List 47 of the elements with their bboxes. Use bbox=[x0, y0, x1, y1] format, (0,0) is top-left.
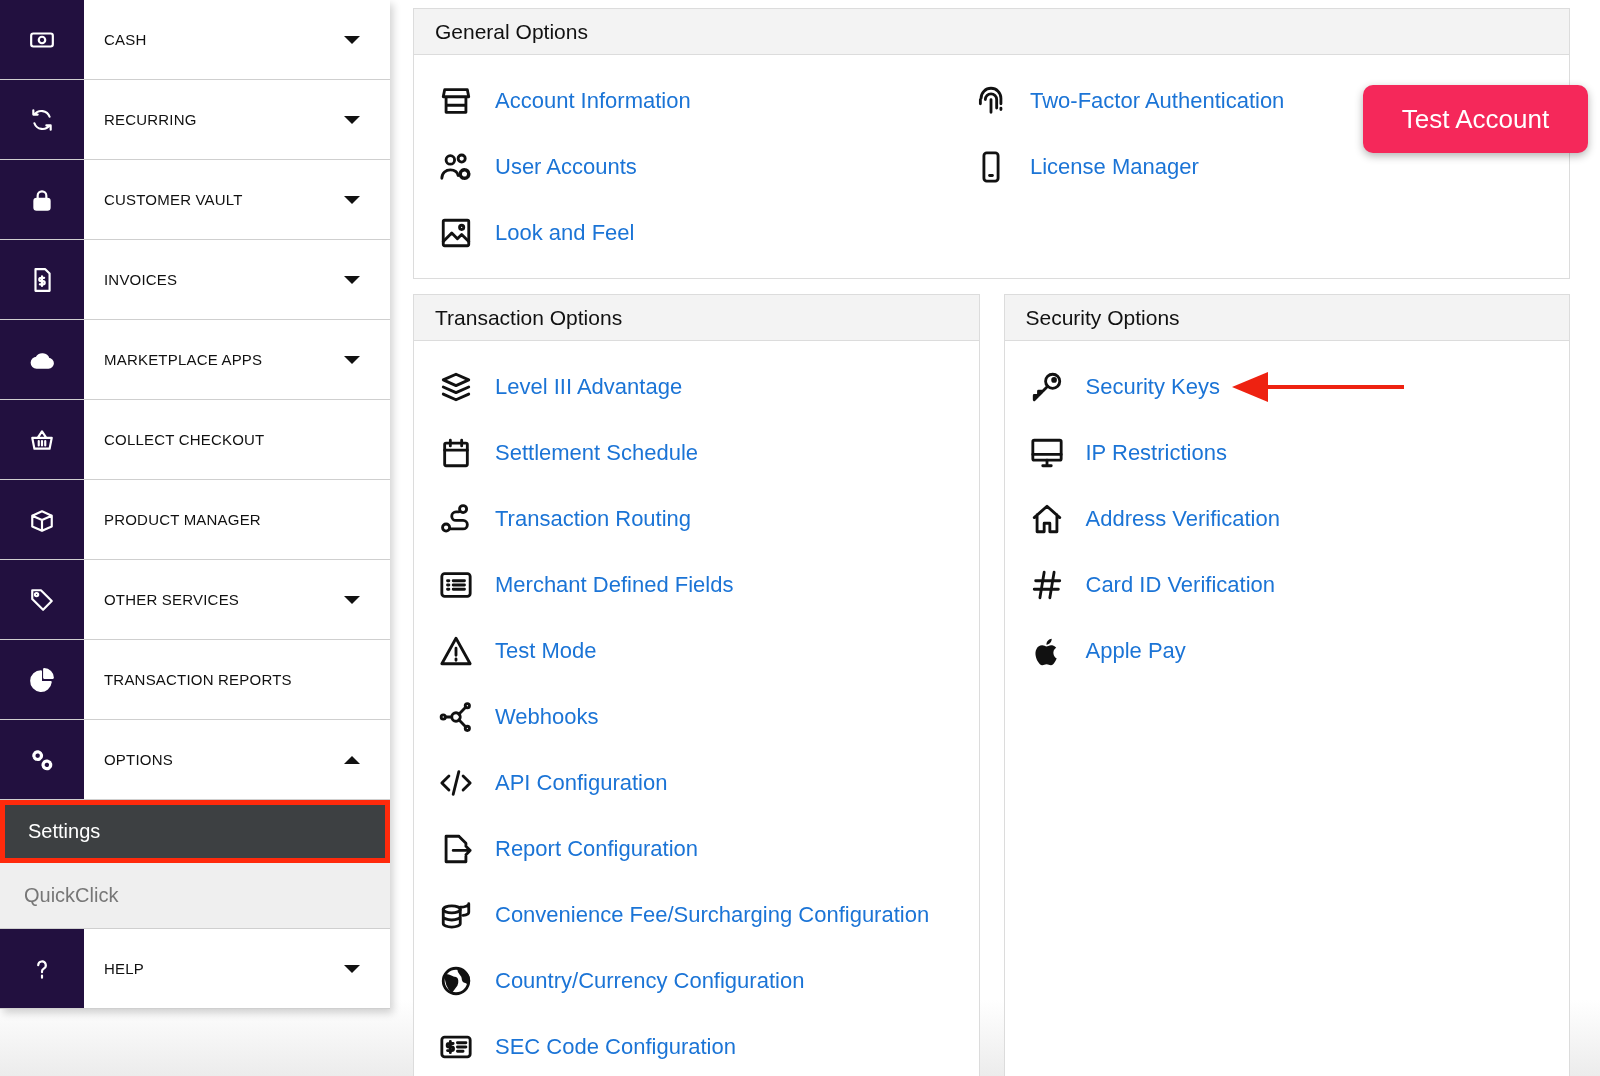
sidebar-item[interactable]: TRANSACTION REPORTS bbox=[0, 640, 390, 720]
option-link[interactable]: Merchant Defined Fields bbox=[495, 572, 734, 598]
refresh-icon bbox=[29, 106, 55, 133]
sidebar-item[interactable]: OTHER SERVICES bbox=[0, 560, 390, 640]
sidebar-item[interactable]: HELP bbox=[0, 929, 390, 1009]
sidebar-item[interactable]: MARKETPLACE APPS bbox=[0, 320, 390, 400]
option-link[interactable]: Level III Advantage bbox=[495, 374, 683, 400]
option-link[interactable]: API Configuration bbox=[495, 770, 668, 796]
option-link[interactable]: License Manager bbox=[1030, 154, 1199, 180]
pie-chart-icon bbox=[29, 666, 55, 693]
test-account-button[interactable]: Test Account bbox=[1363, 85, 1588, 153]
option-link[interactable]: Test Mode bbox=[495, 638, 597, 664]
panel-title: Transaction Options bbox=[434, 305, 623, 330]
option-link[interactable]: Security Keys bbox=[1085, 374, 1220, 400]
sidebar-item[interactable]: RECURRING bbox=[0, 80, 390, 160]
monitor-icon bbox=[1029, 436, 1064, 470]
option-link[interactable]: Transaction Routing bbox=[495, 506, 692, 532]
sidebar-item[interactable]: INVOICES bbox=[0, 240, 390, 320]
option-link[interactable]: SEC Code Configuration bbox=[495, 1034, 736, 1060]
submenu-item[interactable]: Settings bbox=[0, 800, 390, 863]
option-link[interactable]: Settlement Schedule bbox=[495, 440, 699, 466]
warning-icon bbox=[439, 634, 473, 668]
option-link[interactable]: Two-Factor Authentication bbox=[1030, 88, 1285, 114]
network-icon bbox=[439, 700, 473, 734]
sidebar-item[interactable]: CUSTOMER VAULT bbox=[0, 160, 390, 240]
option-link[interactable]: Card ID Verification bbox=[1085, 572, 1276, 598]
panel-title: Security Options bbox=[1024, 305, 1180, 330]
submenu-item[interactable]: QuickClick bbox=[0, 863, 390, 929]
option-link[interactable]: Report Configuration bbox=[495, 836, 698, 862]
tag-icon bbox=[29, 586, 55, 613]
option-link[interactable]: Look and Feel bbox=[495, 220, 635, 246]
option-link[interactable]: Webhooks bbox=[495, 704, 599, 730]
option-link[interactable]: Account Information bbox=[495, 88, 691, 114]
option-link[interactable]: IP Restrictions bbox=[1085, 440, 1227, 466]
sidebar-item[interactable]: COLLECT CHECKOUT bbox=[0, 400, 390, 480]
panel-title: General Options bbox=[434, 19, 588, 44]
option-link[interactable]: Country/Currency Configuration bbox=[495, 968, 805, 994]
layers-icon bbox=[439, 370, 473, 404]
globe-icon bbox=[439, 964, 473, 998]
option-link[interactable]: User Accounts bbox=[495, 154, 637, 180]
image-icon bbox=[439, 216, 473, 250]
sidebar-item[interactable]: CASH bbox=[0, 0, 390, 80]
option-link[interactable]: Convenience Fee/Surcharging Configuration bbox=[495, 902, 930, 928]
sidebar-item[interactable]: PRODUCT MANAGER bbox=[0, 480, 390, 560]
option-link[interactable]: Apple Pay bbox=[1085, 638, 1186, 664]
sidebar-item[interactable]: OPTIONS bbox=[0, 720, 390, 800]
option-link[interactable]: Address Verification bbox=[1085, 506, 1280, 532]
